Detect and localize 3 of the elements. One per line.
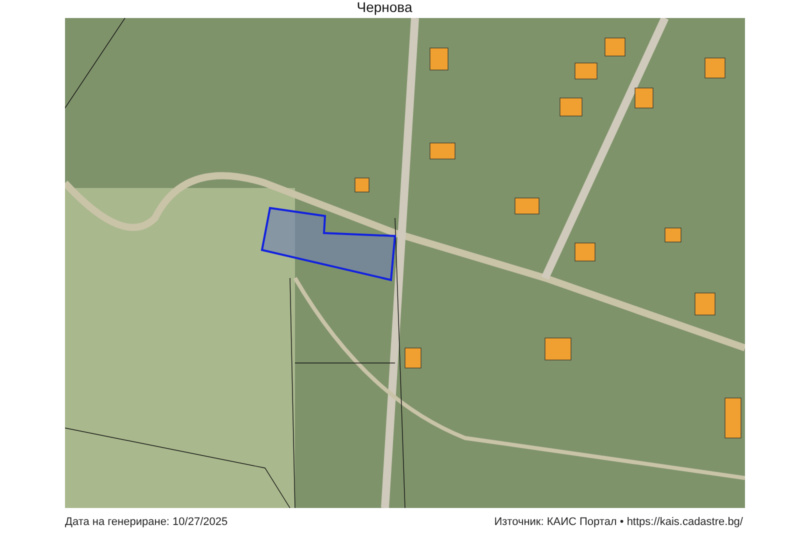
generation-date: Дата на генериране: 10/27/2025 [65,516,228,528]
source-text: Източник: КАИС Портал • https://kais.cadastre.bg/ [494,516,743,528]
map-title: Чернова [356,0,412,14]
